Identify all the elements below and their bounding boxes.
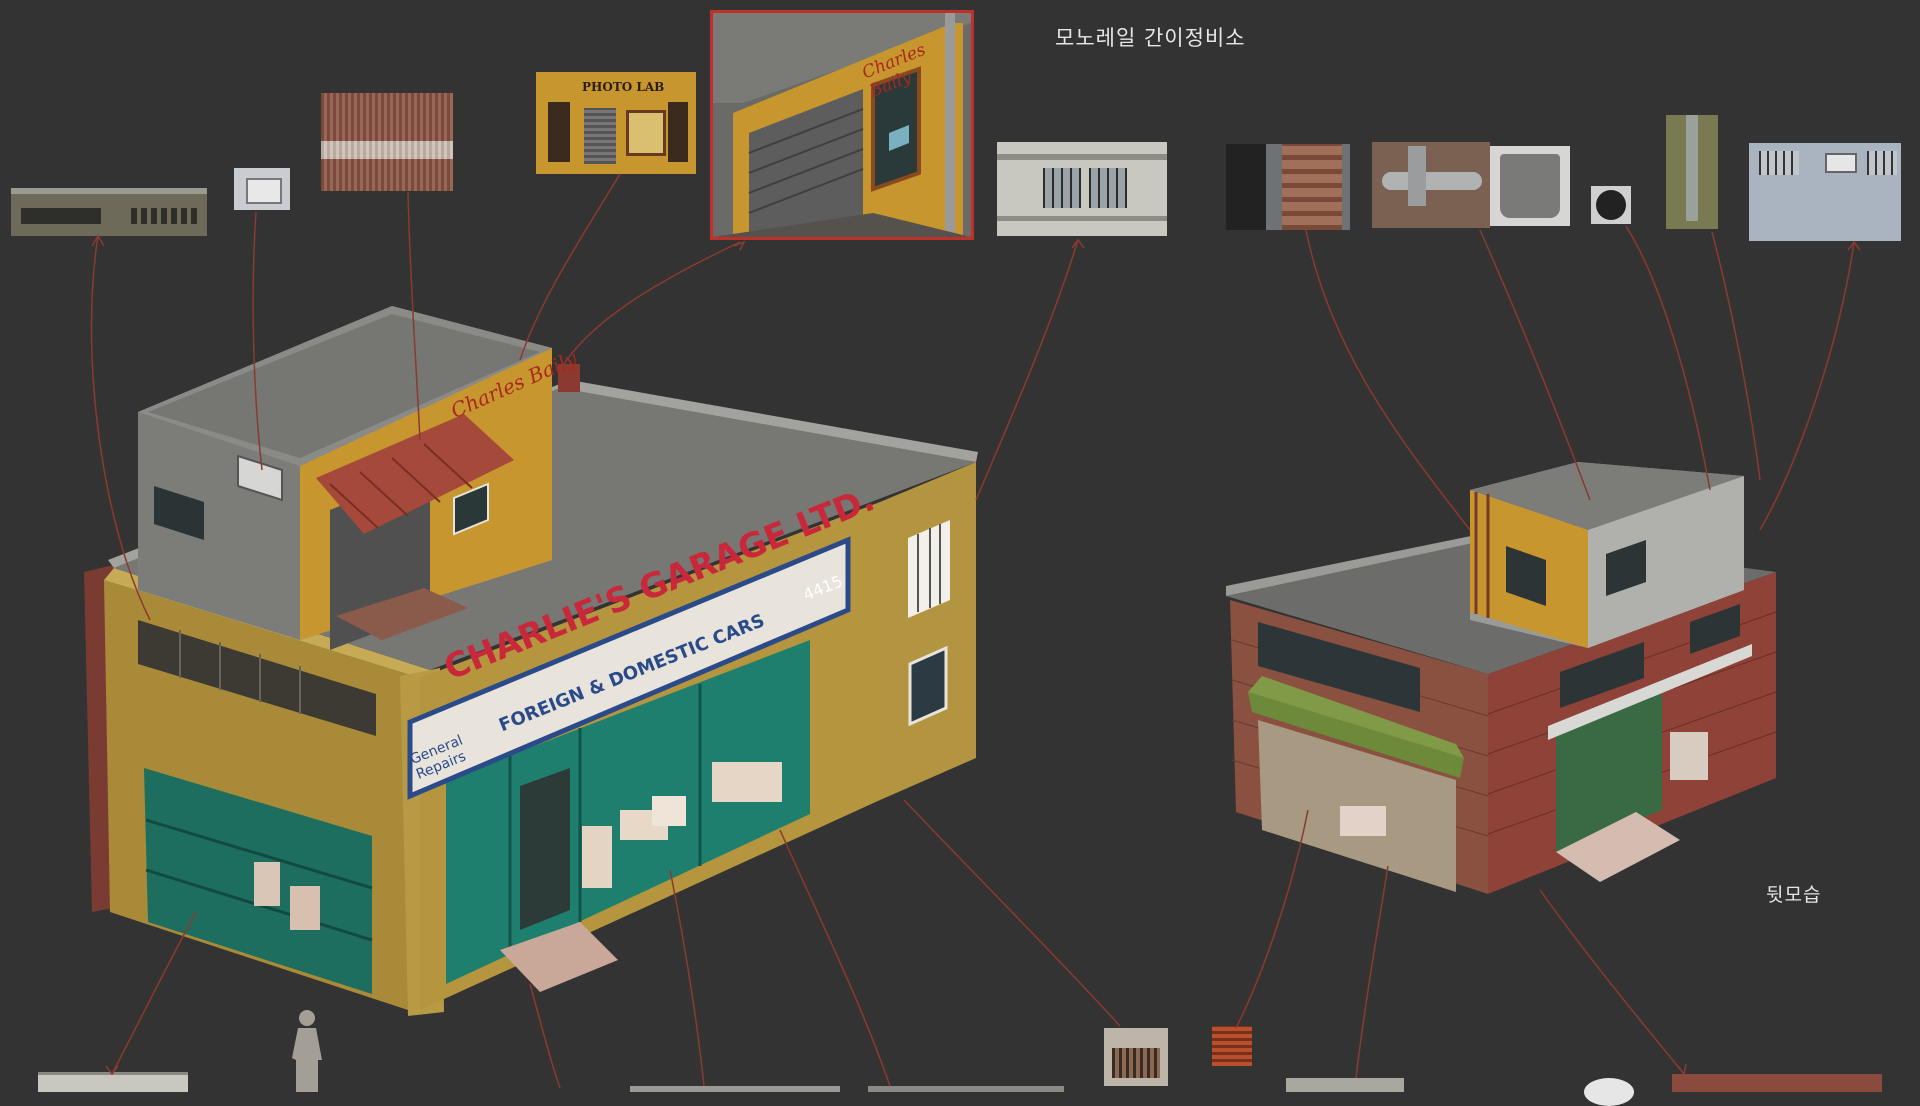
back-view-building (1226, 462, 1777, 894)
